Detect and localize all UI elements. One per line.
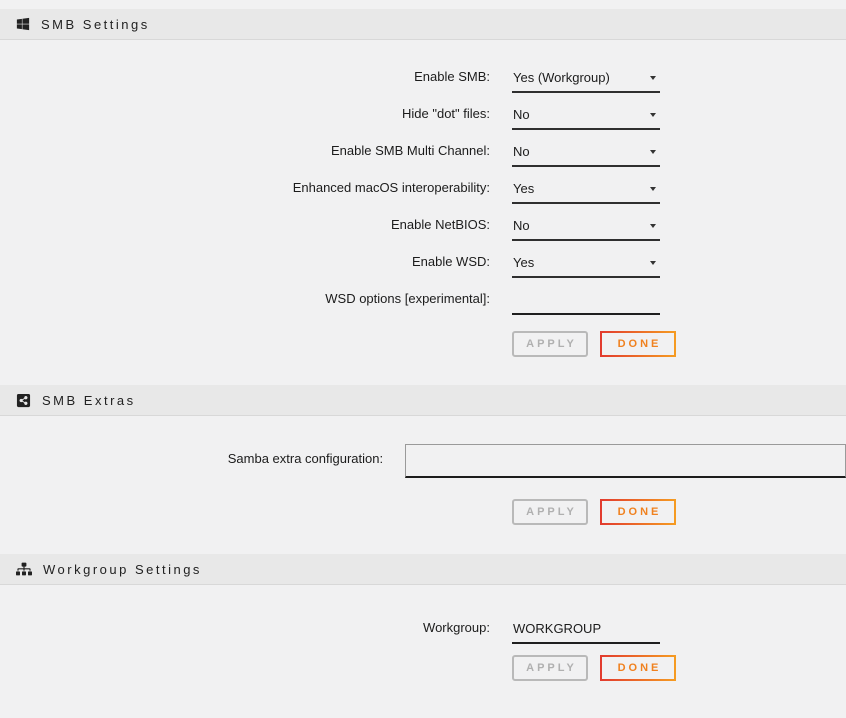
form-row-hide-dot-files: Hide "dot" files: No [0, 99, 846, 130]
apply-button-smb-extras[interactable]: APPLY [512, 499, 588, 525]
form-row-samba-extra-configuration: Samba extra configuration: [0, 444, 846, 478]
button-row-smb-extras: APPLY DONE [0, 499, 846, 525]
section-body-smb-settings: Enable SMB: Yes (Workgroup) Hide "dot" fil… [0, 40, 846, 385]
enable-smb-multi-channel-select[interactable]: No [512, 140, 660, 167]
section-header-smb-extras: SMB Extras [0, 385, 846, 416]
section-title-workgroup-settings: Workgroup Settings [43, 562, 202, 577]
wsd-options-input[interactable] [512, 288, 660, 315]
enable-netbios-label: Enable NetBIOS: [0, 217, 490, 241]
done-button-smb-extras[interactable]: DONE [600, 499, 676, 525]
apply-button-workgroup-settings[interactable]: APPLY [512, 655, 588, 681]
enable-wsd-select-wrap: Yes [512, 251, 660, 278]
form-row-workgroup: Workgroup: [0, 613, 846, 644]
windows-icon [16, 17, 30, 31]
section-title-smb-extras: SMB Extras [42, 393, 136, 408]
section-header-workgroup-settings: Workgroup Settings [0, 554, 846, 585]
section-header-smb-settings: SMB Settings [0, 9, 846, 40]
section-smb-settings: SMB Settings Enable SMB: Yes (Workgroup) Hi… [0, 9, 846, 385]
enable-smb-label: Enable SMB: [0, 69, 490, 93]
sitemap-icon [16, 562, 32, 576]
enable-netbios-select-wrap: No [512, 214, 660, 241]
hide-dot-files-select[interactable]: No [512, 103, 660, 130]
enable-smb-multi-channel-label: Enable SMB Multi Channel: [0, 143, 490, 167]
button-row-workgroup-settings: APPLY DONE [0, 655, 846, 681]
section-title-smb-settings: SMB Settings [41, 17, 150, 32]
samba-extra-configuration-label: Samba extra configuration: [0, 444, 383, 466]
hide-dot-files-select-wrap: No [512, 103, 660, 130]
form-row-enhanced-macos-interoperability: Enhanced macOS interoperability: Yes [0, 173, 846, 204]
apply-button-smb-settings[interactable]: APPLY [512, 331, 588, 357]
enable-smb-multi-channel-select-wrap: No [512, 140, 660, 167]
form-row-enable-netbios: Enable NetBIOS: No [0, 210, 846, 241]
enhanced-macos-interoperability-select-wrap: Yes [512, 177, 660, 204]
form-row-enable-smb: Enable SMB: Yes (Workgroup) [0, 62, 846, 93]
share-alt-square-icon [16, 393, 31, 408]
done-button-workgroup-settings[interactable]: DONE [600, 655, 676, 681]
done-button-smb-settings[interactable]: DONE [600, 331, 676, 357]
enhanced-macos-interoperability-label: Enhanced macOS interoperability: [0, 180, 490, 204]
enable-netbios-select[interactable]: No [512, 214, 660, 241]
button-row-smb-settings: APPLY DONE [0, 331, 846, 357]
section-body-workgroup-settings: Workgroup: APPLY DONE [0, 585, 846, 693]
workgroup-label: Workgroup: [0, 620, 490, 644]
samba-extra-configuration-textarea[interactable] [405, 444, 846, 478]
hide-dot-files-label: Hide "dot" files: [0, 106, 490, 130]
settings-page: SMB Settings Enable SMB: Yes (Workgroup) Hi… [0, 0, 846, 693]
enhanced-macos-interoperability-select[interactable]: Yes [512, 177, 660, 204]
enable-smb-select[interactable]: Yes (Workgroup) [512, 66, 660, 93]
enable-wsd-select[interactable]: Yes [512, 251, 660, 278]
wsd-options-label: WSD options [experimental]: [0, 291, 490, 315]
section-workgroup-settings: Workgroup Settings Workgroup: APPLY DONE [0, 554, 846, 693]
form-row-enable-wsd: Enable WSD: Yes [0, 247, 846, 278]
form-row-enable-smb-multi-channel: Enable SMB Multi Channel: No [0, 136, 846, 167]
section-smb-extras: SMB Extras Samba extra configuration: APPL… [0, 385, 846, 554]
enable-wsd-label: Enable WSD: [0, 254, 490, 278]
section-body-smb-extras: Samba extra configuration: APPLY DONE [0, 416, 846, 554]
workgroup-input[interactable] [512, 617, 660, 644]
form-row-wsd-options: WSD options [experimental]: [0, 284, 846, 315]
enable-smb-select-wrap: Yes (Workgroup) [512, 66, 660, 93]
